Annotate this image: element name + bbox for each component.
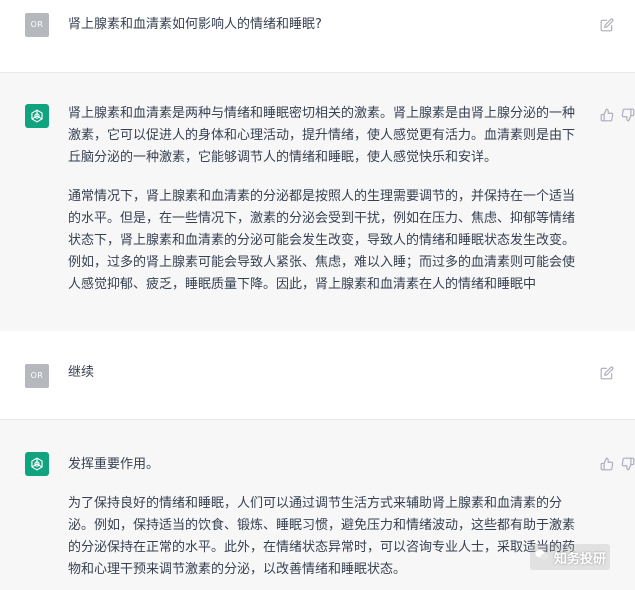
user-avatar: OR (25, 13, 49, 37)
thumbs-down-icon[interactable] (621, 108, 635, 122)
user-message-paragraph: 肾上腺素和血清素如何影响人的情绪和睡眠? (68, 17, 322, 32)
assistant-paragraph: 通常情况下，肾上腺素和血清素的分泌都是按照人的生理需要调节的，并保持在一个适当的… (68, 189, 576, 292)
edit-icon[interactable] (600, 366, 614, 380)
watermark-text: 知务投研 (554, 551, 607, 567)
watermark: 知务投研 (530, 544, 611, 570)
user-message-text: 继续 (68, 362, 586, 384)
assistant-paragraph: 肾上腺素和血清素是两种与情绪和睡眠密切相关的激素。肾上腺素是由肾上腺分泌的一种激… (68, 106, 576, 165)
assistant-paragraph: 发挥重要作用。 (68, 457, 160, 472)
wechat-icon (534, 547, 550, 567)
assistant-message-text: 肾上腺素和血清素是两种与情绪和睡眠密切相关的激素。肾上腺素是由肾上腺分泌的一种激… (68, 103, 586, 296)
thumbs-up-icon[interactable] (600, 457, 614, 471)
thumbs-up-icon[interactable] (600, 108, 614, 122)
user-message-1: OR 肾上腺素和血清素如何影响人的情绪和睡眠? (0, 0, 635, 72)
assistant-message-1: 肾上腺素和血清素是两种与情绪和睡眠密切相关的激素。肾上腺素是由肾上腺分泌的一种激… (0, 72, 635, 332)
openai-logo-icon (25, 452, 49, 476)
openai-logo-icon (25, 104, 49, 128)
thumbs-down-icon[interactable] (621, 457, 635, 471)
user-message-paragraph: 继续 (68, 365, 95, 380)
user-message-text: 肾上腺素和血清素如何影响人的情绪和睡眠? (68, 14, 586, 36)
edit-icon[interactable] (600, 18, 614, 32)
user-avatar: OR (25, 364, 49, 388)
assistant-message-text: 发挥重要作用。 为了保持良好的情绪和睡眠，人们可以通过调节生活方式来辅助肾上腺素… (68, 454, 586, 581)
user-message-2: OR 继续 (0, 331, 635, 419)
assistant-paragraph: 为了保持良好的情绪和睡眠，人们可以通过调节生活方式来辅助肾上腺素和血清素的分泌。… (68, 496, 576, 577)
